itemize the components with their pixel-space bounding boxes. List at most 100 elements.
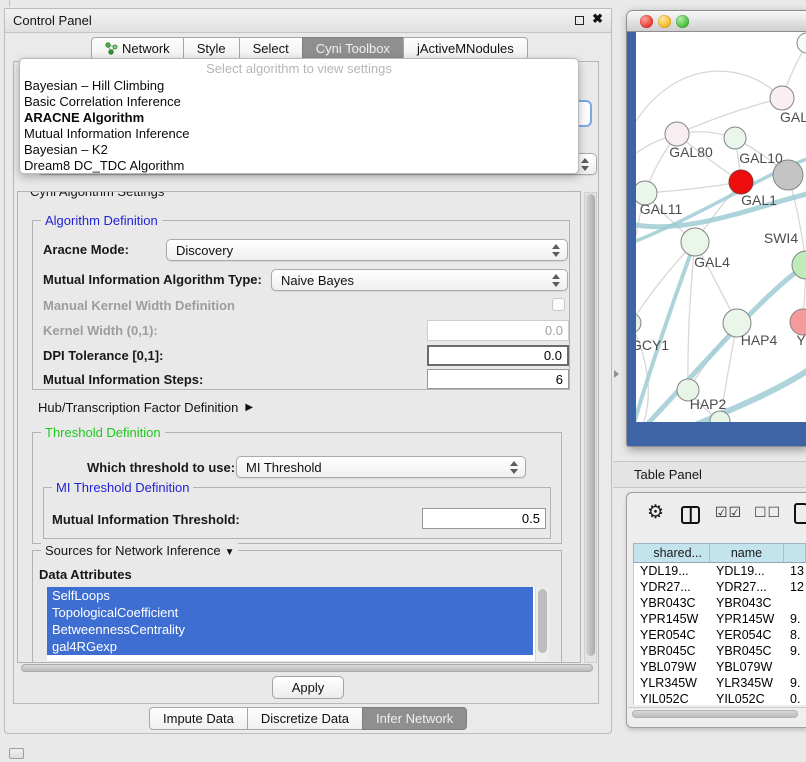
algorithm-option-mutual-information-inference[interactable]: Mutual Information Inference	[20, 126, 578, 142]
network-node[interactable]	[797, 33, 806, 53]
table-row[interactable]: YDL19...YDL19...13	[634, 563, 806, 579]
network-node-gcy1[interactable]	[636, 313, 641, 333]
float-panel-icon[interactable]	[575, 16, 584, 25]
tab-impute-data[interactable]: Impute Data	[149, 707, 248, 730]
mi-algorithm-type-select[interactable]: Naive Bayes	[271, 269, 568, 291]
network-node-gal80[interactable]	[665, 122, 689, 146]
network-node-gal1[interactable]	[729, 170, 753, 194]
mac-close-button[interactable]	[640, 15, 653, 28]
table-horizontal-scrollbar[interactable]	[628, 707, 806, 720]
tab-infer-network[interactable]: Infer Network	[362, 707, 467, 730]
which-threshold-label: Which threshold to use:	[87, 460, 235, 475]
tab-label: Select	[253, 38, 289, 59]
attribute-item-selfloops[interactable]: SelfLoops	[47, 587, 533, 604]
table-row[interactable]: YLR345WYLR345W9.	[634, 675, 806, 691]
tab-cyni-toolbox[interactable]: Cyni Toolbox	[302, 37, 404, 60]
dpi-tolerance-input[interactable]: 0.0	[427, 345, 569, 366]
which-threshold-select[interactable]: MI Threshold	[236, 456, 526, 478]
algorithm-definition-group: Algorithm Definition Aracne Mode: Discov…	[32, 220, 570, 390]
select-all-checkboxes-icon[interactable]: ☑☑	[715, 504, 742, 521]
algorithm-option-dream8-dc-tdc-algorithm[interactable]: Dream8 DC_TDC Algorithm	[20, 158, 578, 174]
columns-icon[interactable]	[681, 506, 700, 524]
tab-select[interactable]: Select	[239, 37, 303, 60]
table-row[interactable]: YBR043CYBR043C	[634, 595, 806, 611]
close-icon[interactable]: ✖	[592, 11, 603, 27]
mi-threshold-input[interactable]: 0.5	[422, 508, 546, 529]
node-label-gal4: GAL4	[694, 254, 730, 270]
network-node-gal[interactable]	[770, 86, 794, 110]
table-panel-title: Table Panel	[634, 462, 702, 487]
table-row[interactable]: YBR045CYBR045C9.	[634, 643, 806, 659]
minimized-panel-icon[interactable]	[9, 748, 24, 759]
new-table-icon[interactable]	[794, 503, 806, 524]
network-node-gal4[interactable]	[681, 228, 709, 256]
algorithm-option-aracne-algorithm[interactable]: ARACNE Algorithm	[20, 110, 578, 126]
tab-style[interactable]: Style	[183, 37, 240, 60]
collapsed-arrow-icon: ▶	[245, 402, 253, 413]
threshold-definition-group: Threshold Definition Which threshold to …	[32, 432, 562, 544]
aracne-mode-select[interactable]: Discovery	[166, 239, 568, 261]
settings-vertical-scrollbar[interactable]	[584, 192, 597, 663]
apply-button[interactable]: Apply	[272, 676, 344, 699]
network-canvas[interactable]: GALGAL80GAL10GAL1GAL11SWI4GAL4GCY1HAP4YH…	[636, 32, 806, 422]
column-header-name[interactable]: name	[710, 544, 784, 562]
table-panel-window: ⚙ ☑☑ ☐☐ shared...name YDL19...YDL19...13…	[626, 492, 806, 728]
tab-discretize-data[interactable]: Discretize Data	[247, 707, 363, 730]
dropdown-placeholder: Select algorithm to view settings	[20, 59, 578, 78]
settings-horizontal-scrollbar[interactable]	[19, 663, 597, 673]
node-label-gal11: GAL11	[640, 201, 683, 217]
table-cell: YPR145W	[710, 611, 784, 627]
attribute-item-gal4rgexp[interactable]: gal4RGexp	[47, 638, 533, 655]
network-edge[interactable]	[636, 71, 782, 121]
node-label-gal80: GAL80	[669, 144, 713, 160]
panel-title: Control Panel	[13, 9, 92, 33]
table-row[interactable]: YPR145WYPR145W9.	[634, 611, 806, 627]
tab-jactivemnodules[interactable]: jActiveMNodules	[403, 37, 528, 60]
network-graph[interactable]: GALGAL80GAL10GAL1GAL11SWI4GAL4GCY1HAP4YH…	[636, 32, 806, 422]
mi-threshold-group: MI Threshold Definition Mutual Informati…	[43, 487, 551, 539]
attribute-item-betweennesscentrality[interactable]: BetweennessCentrality	[47, 621, 533, 638]
column-header-shared[interactable]: shared...	[634, 544, 710, 562]
table-hscroll-thumb[interactable]	[632, 710, 798, 718]
data-attributes-list[interactable]: SelfLoopsTopologicalCoefficientBetweenne…	[47, 587, 549, 661]
table-cell: YDR27...	[634, 579, 710, 595]
manual-kernel-label: Manual Kernel Width Definition	[43, 298, 235, 313]
table-cell: YBR045C	[634, 643, 710, 659]
panel-splitter-arrow-icon[interactable]	[614, 370, 619, 378]
table-row[interactable]: YER054CYER054C8.	[634, 627, 806, 643]
cyni-algorithm-settings-group: Cyni Algorithm Settings Algorithm Defini…	[17, 191, 581, 663]
mac-minimize-button[interactable]	[658, 15, 671, 28]
manual-kernel-checkbox[interactable]	[552, 298, 565, 311]
network-window-titlebar[interactable]	[627, 11, 806, 32]
algorithm-option-bayesian-hill-climbing[interactable]: Bayesian – Hill Climbing	[20, 78, 578, 94]
table-cell: 9.	[784, 643, 806, 659]
tab-network[interactable]: Network	[91, 37, 184, 60]
settings-vscroll-thumb[interactable]	[586, 194, 595, 656]
network-edge[interactable]	[636, 242, 695, 323]
tab-label: Style	[197, 38, 226, 59]
algorithm-definition-title: Algorithm Definition	[41, 213, 162, 228]
column-header-cut[interactable]	[784, 544, 806, 562]
gear-icon[interactable]: ⚙	[647, 501, 664, 524]
mi-steps-input[interactable]: 6	[427, 369, 569, 389]
attr-list-scroll-thumb[interactable]	[538, 589, 547, 653]
settings-hscroll-thumb[interactable]	[21, 664, 593, 672]
table-row[interactable]: YIL052CYIL052C0.	[634, 691, 806, 705]
kernel-width-input[interactable]: 0.0	[427, 320, 569, 341]
table-cell: YLR345W	[710, 675, 784, 691]
combo-spinner-icon	[552, 243, 560, 258]
aracne-mode-label: Aracne Mode:	[43, 242, 129, 257]
attribute-item-topologicalcoefficient[interactable]: TopologicalCoefficient	[47, 604, 533, 621]
mac-zoom-button[interactable]	[676, 15, 689, 28]
algorithm-option-basic-correlation-inference[interactable]: Basic Correlation Inference	[20, 94, 578, 110]
table-row[interactable]: YBL079WYBL079W	[634, 659, 806, 675]
algorithm-option-bayesian-k2[interactable]: Bayesian – K2	[20, 142, 578, 158]
expanded-arrow-icon[interactable]: ▼	[225, 547, 235, 558]
attr-list-scrollbar[interactable]	[535, 587, 549, 661]
mi-type-value: Naive Bayes	[272, 270, 567, 291]
table-row[interactable]: YDR27...YDR27...12	[634, 579, 806, 595]
hub-definition-toggle[interactable]: Hub/Transcription Factor Definition ▶	[38, 400, 253, 415]
network-node-gal10[interactable]	[724, 127, 746, 149]
deselect-all-checkboxes-icon[interactable]: ☐☐	[754, 504, 781, 521]
network-edge[interactable]	[645, 182, 741, 193]
